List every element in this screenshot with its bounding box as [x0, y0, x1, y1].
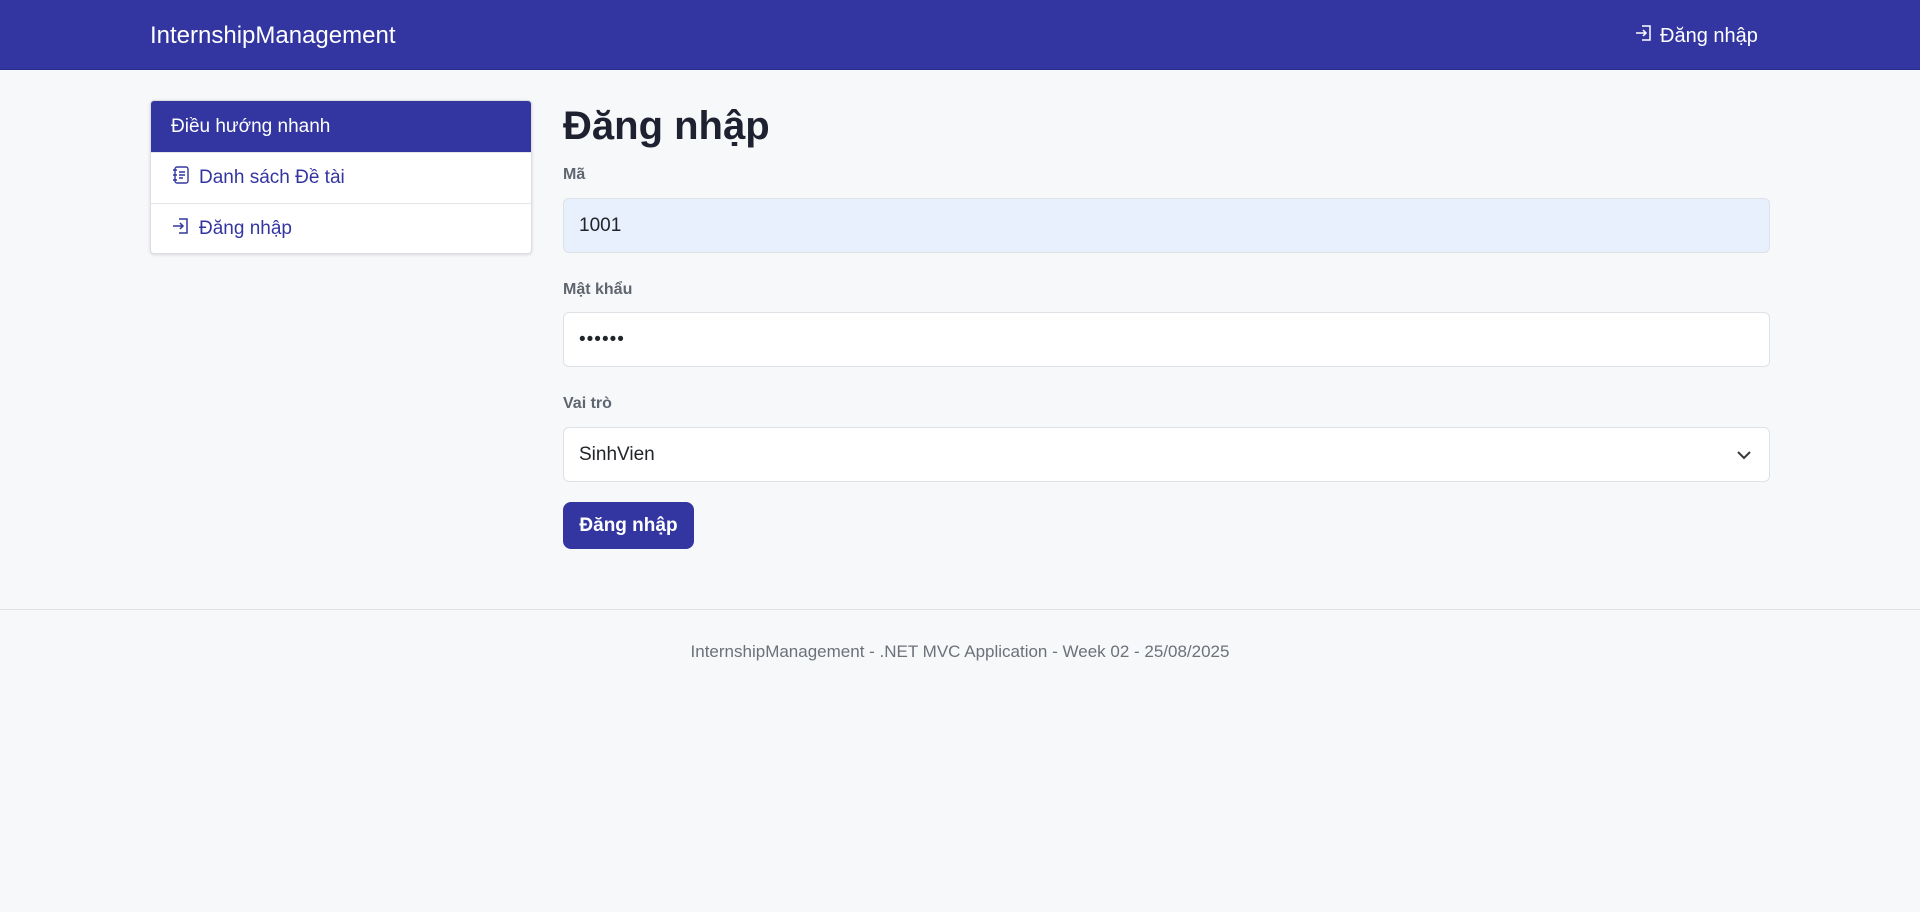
journal-text-icon — [171, 165, 191, 191]
page-title: Đăng nhập — [563, 104, 770, 148]
login-icon — [171, 216, 191, 242]
password-label: Mật khẩu — [563, 281, 633, 298]
password-input[interactable]: •••••• — [579, 329, 625, 351]
sidebar-header: Điều hướng nhanh — [151, 101, 531, 152]
sidebar-item-label: Đăng nhập — [199, 218, 292, 239]
sidebar-item-topic-list[interactable]: Danh sách Đề tài — [151, 152, 531, 203]
footer-text: InternshipManagement - .NET MVC Applicat… — [690, 642, 1230, 661]
nav-login-link[interactable]: Đăng nhập — [1634, 21, 1758, 51]
role-select-value: SinhVien — [579, 443, 655, 465]
role-label: Vai trò — [563, 395, 612, 412]
sidebar-item-label: Danh sách Đề tài — [199, 167, 345, 188]
login-submit-button[interactable]: Đăng nhập — [563, 502, 694, 549]
brand-link[interactable]: InternshipManagement — [150, 21, 395, 51]
password-field[interactable]: •••••• — [563, 312, 1770, 367]
ma-label: Mã — [563, 166, 586, 183]
role-select[interactable]: SinhVien — [563, 427, 1770, 482]
nav-login-label: Đăng nhập — [1660, 24, 1758, 47]
ma-input[interactable] — [579, 214, 1754, 237]
ma-field[interactable] — [563, 198, 1770, 253]
sidebar-item-login[interactable]: Đăng nhập — [151, 203, 531, 253]
footer-divider — [0, 609, 1920, 610]
quick-nav-sidebar: Điều hướng nhanh Danh sách Đề tài Đăng n… — [150, 100, 532, 254]
top-navbar: InternshipManagement Đăng nhập — [0, 0, 1920, 70]
login-icon — [1634, 23, 1654, 49]
